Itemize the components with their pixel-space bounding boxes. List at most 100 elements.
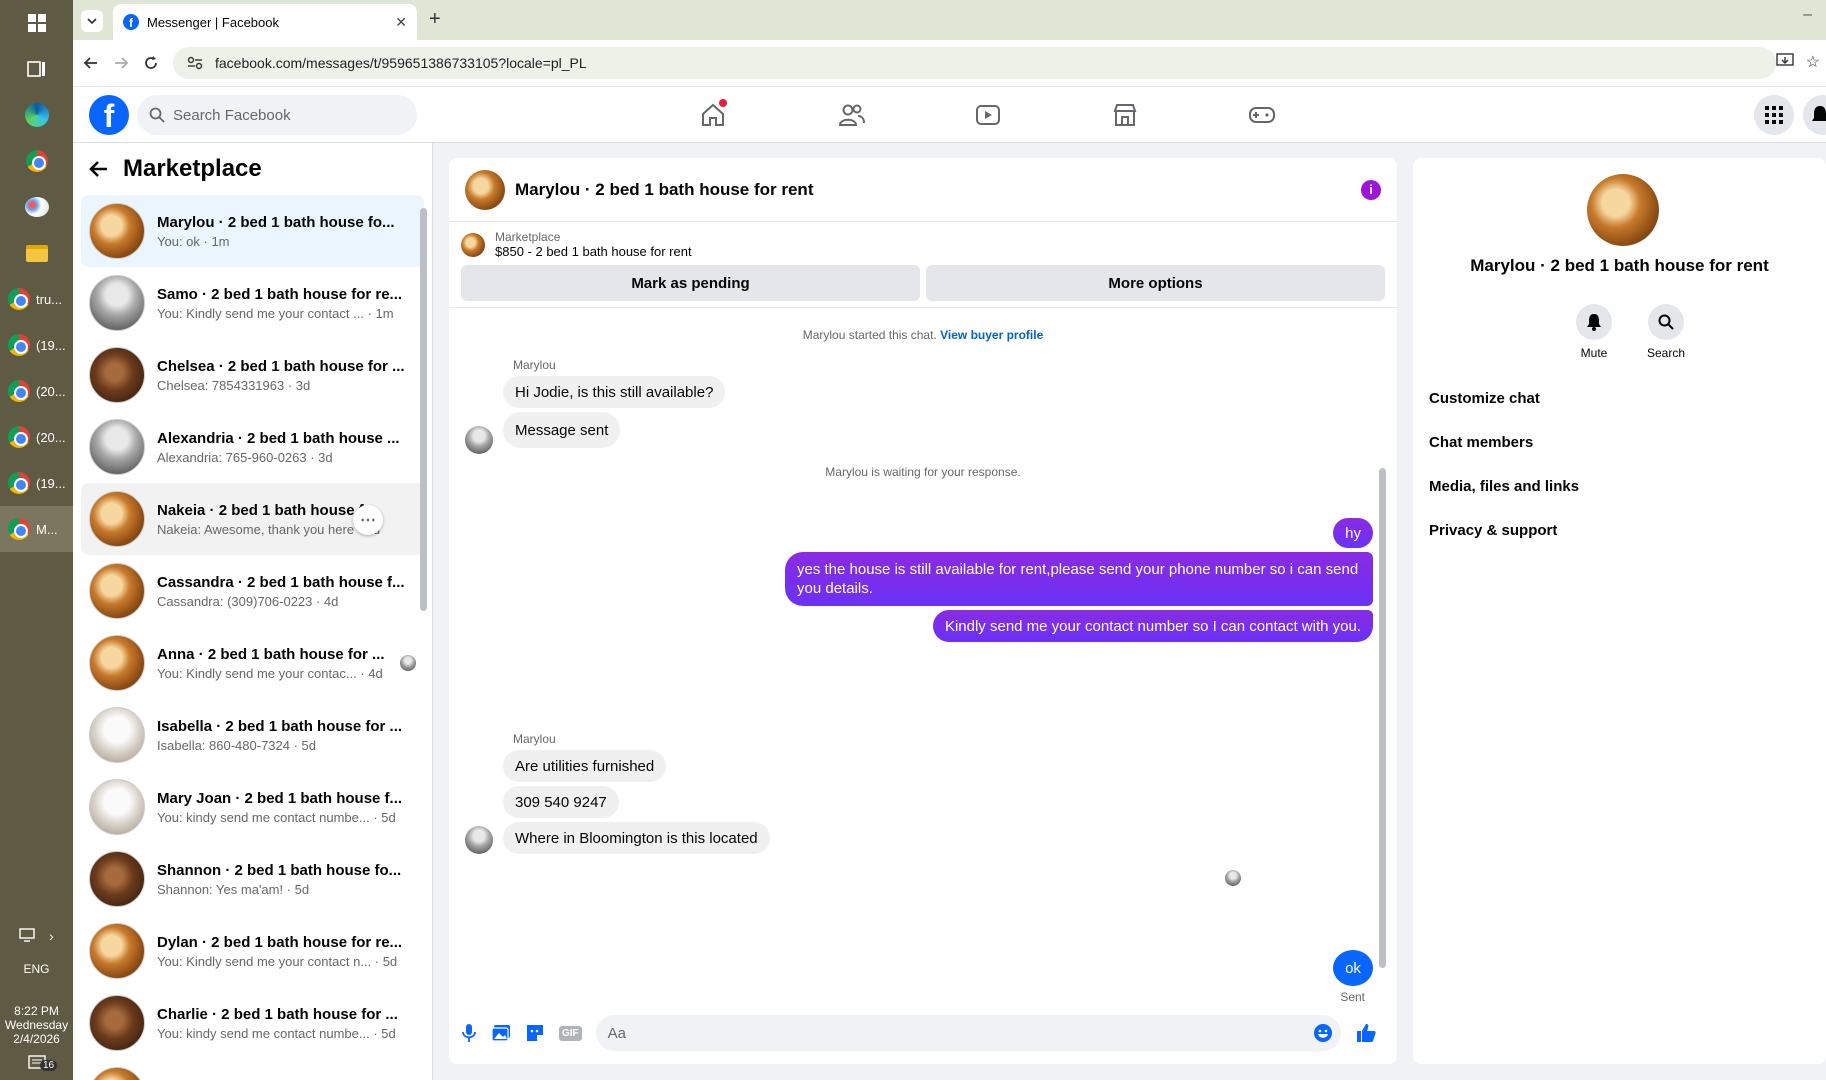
conversation-item[interactable]: Dylan · 2 bed 1 bath house for re... You:… <box>81 915 424 987</box>
language-indicator[interactable]: ENG <box>0 962 73 976</box>
taskbar-chrome-window[interactable]: (19... <box>0 322 73 368</box>
gaming-icon[interactable] <box>1246 99 1278 131</box>
tab-search-button[interactable] <box>81 10 103 32</box>
facebook-logo[interactable]: f <box>89 95 129 135</box>
conversation-item[interactable]: Cassandra · 2 bed 1 bath house f... Cassa… <box>81 555 424 627</box>
marketplace-icon[interactable] <box>1109 99 1141 131</box>
conversation-text: Charlie · 2 bed 1 bath house for ... You:… <box>157 1006 416 1041</box>
search-in-chat-button[interactable]: Search <box>1636 304 1696 360</box>
message-outgoing[interactable]: Kindly send me your contact number so I … <box>932 610 1373 642</box>
conversation-item[interactable]: Chelsea · 2 bed 1 bath house for ... Chel… <box>81 339 424 411</box>
file-explorer-icon[interactable] <box>0 230 73 276</box>
mute-button[interactable]: Mute <box>1564 304 1624 360</box>
thread-scrollbar[interactable] <box>1379 468 1386 968</box>
sticker-icon[interactable] <box>525 1023 545 1043</box>
back-arrow-icon[interactable] <box>89 160 109 178</box>
taskbar-window-label: M... <box>36 521 58 537</box>
minimize-button[interactable]: – <box>1803 6 1812 24</box>
microphone-icon[interactable] <box>461 1023 477 1043</box>
customize-chat-item[interactable]: Customize chat <box>1429 390 1540 407</box>
taskbar-chrome-window[interactable]: (20... <box>0 368 73 414</box>
view-buyer-profile-link[interactable]: View buyer profile <box>940 328 1043 342</box>
video-icon[interactable] <box>972 99 1004 131</box>
conversation-name: Alexandria · 2 bed 1 bath house ... <box>157 429 400 447</box>
paint-app-icon[interactable] <box>0 184 73 230</box>
more-options-icon[interactable]: ⋯ <box>353 505 383 535</box>
conversation-item[interactable]: Marylou · 2 bed 1 bath house fo... You: o… <box>81 195 424 267</box>
gif-icon[interactable]: GIF <box>559 1025 582 1041</box>
taskbar-chrome-window[interactable]: (20... <box>0 414 73 460</box>
message-incoming[interactable]: Hi Jodie, is this still available? <box>503 376 726 408</box>
conversation-item[interactable]: Shannon · 2 bed 1 bath house fo... Shanno… <box>81 843 424 915</box>
chevron-right-icon[interactable]: › <box>49 928 54 944</box>
chat-started-text: Marylou started this chat. <box>802 328 937 342</box>
home-icon[interactable] <box>697 99 729 131</box>
notification-center-icon[interactable]: 16 <box>0 1046 73 1080</box>
conversation-name: Dylan · 2 bed 1 bath house for re... <box>157 933 403 951</box>
listing-thumbnail[interactable] <box>461 232 485 257</box>
conversation-item[interactable]: Mary Joan · 2 bed 1 bath house f... You: … <box>81 771 424 843</box>
info-icon[interactable]: i <box>1361 179 1381 200</box>
facebook-header: f Search Facebook <box>73 87 1826 143</box>
chat-title[interactable]: Marylou · 2 bed 1 bath house for rent <box>515 180 1351 200</box>
info-avatar[interactable] <box>1587 174 1659 246</box>
taskbar-chrome-window[interactable]: (19... <box>0 460 73 506</box>
conversation-item[interactable]: Alexandria · 2 bed 1 bath house ... Alexa… <box>81 411 424 483</box>
clock-time[interactable]: 8:22 PM <box>0 1004 73 1018</box>
conversation-item[interactable]: Samo · 2 bed 1 bath house for re... You: … <box>81 267 424 339</box>
search-placeholder: Search Facebook <box>173 106 291 124</box>
task-view-icon[interactable] <box>0 46 73 92</box>
chat-avatar[interactable] <box>465 169 505 210</box>
taskbar-chrome-window[interactable]: tru... <box>0 276 73 322</box>
message-incoming[interactable]: Message sent <box>503 412 621 448</box>
bookmark-star-icon[interactable]: ☆ <box>1806 52 1820 72</box>
conversation-item[interactable]: Nakeia · 2 bed 1 bath house f... Nakeia: … <box>81 483 424 555</box>
edge-icon[interactable] <box>0 92 73 138</box>
conversation-item[interactable]: Isabella · 2 bed 1 bath house for ... Isa… <box>81 699 424 771</box>
mute-label: Mute <box>1580 346 1608 360</box>
message-incoming[interactable]: Are utilities furnished <box>503 750 667 782</box>
taskbar-chrome-window[interactable]: M... <box>0 506 73 552</box>
notifications-button[interactable] <box>1803 95 1826 135</box>
url-field[interactable]: facebook.com/messages/t/959651386733105?… <box>173 47 1776 79</box>
friends-icon[interactable] <box>835 99 867 131</box>
conversation-item[interactable]: Nick · 2 bed 1 bath house for r... <box>81 1059 424 1080</box>
forward-arrow-icon[interactable] <box>113 55 129 71</box>
conversation-avatar <box>89 491 145 547</box>
conversation-item[interactable]: Anna · 2 bed 1 bath house for ... You: Ki… <box>81 627 424 699</box>
photo-icon[interactable] <box>491 1024 511 1042</box>
tab-messenger[interactable]: f Messenger | Facebook ✕ <box>113 4 417 40</box>
reload-icon[interactable] <box>143 55 159 71</box>
message-outgoing[interactable]: yes the house is still available for ren… <box>785 552 1373 606</box>
search-facebook-input[interactable]: Search Facebook <box>137 95 417 135</box>
close-tab-icon[interactable]: ✕ <box>395 14 407 31</box>
site-info-icon[interactable] <box>187 56 203 70</box>
message-outgoing[interactable]: hy <box>1333 518 1373 548</box>
privacy-support-item[interactable]: Privacy & support <box>1429 522 1557 539</box>
network-icon[interactable] <box>19 928 35 944</box>
message-input[interactable]: Aa <box>595 1015 1341 1051</box>
media-files-links-item[interactable]: Media, files and links <box>1429 478 1579 495</box>
sender-avatar[interactable] <box>465 826 493 854</box>
chrome-icon[interactable] <box>0 138 73 184</box>
listing-title[interactable]: $850 - 2 bed 1 bath house for rent <box>495 244 692 259</box>
message-outgoing[interactable]: ok <box>1333 950 1373 986</box>
chat-members-item[interactable]: Chat members <box>1429 434 1533 451</box>
windows-start-icon[interactable] <box>0 0 73 46</box>
conversation-preview: Isabella: 860-480-7324 · 5d <box>157 737 317 753</box>
menu-grid-button[interactable] <box>1754 95 1794 135</box>
emoji-icon[interactable] <box>1313 1023 1333 1043</box>
thumbs-up-icon[interactable] <box>1355 1022 1377 1044</box>
install-app-icon[interactable] <box>1776 53 1794 69</box>
conversation-list-scrollbar[interactable] <box>420 208 427 611</box>
sender-avatar[interactable] <box>465 426 493 454</box>
message-incoming[interactable]: Where in Bloomington is this located <box>503 822 770 854</box>
mark-as-pending-button[interactable]: Mark as pending <box>461 265 920 301</box>
back-arrow-icon[interactable] <box>83 55 99 71</box>
conversation-item[interactable]: Charlie · 2 bed 1 bath house for ... You:… <box>81 987 424 1059</box>
new-tab-button[interactable]: + <box>429 8 441 31</box>
more-options-button[interactable]: More options <box>926 265 1385 301</box>
chevron-down-icon <box>87 18 97 25</box>
message-incoming[interactable]: 309 540 9247 <box>503 786 619 818</box>
conversation-text: Samo · 2 bed 1 bath house for re... You: … <box>157 286 416 321</box>
